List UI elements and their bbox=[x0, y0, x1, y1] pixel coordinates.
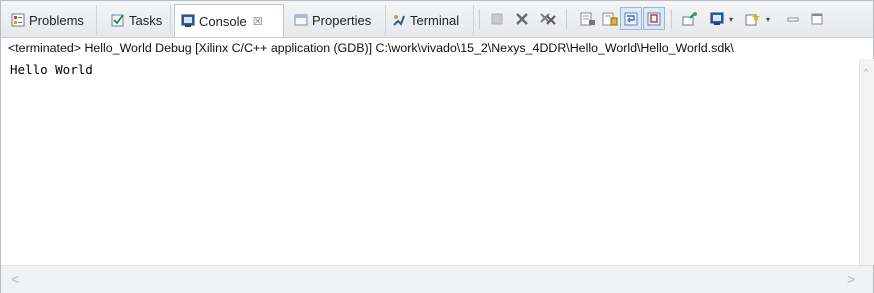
tab-label: Terminal bbox=[410, 12, 460, 28]
tab-label: Properties bbox=[312, 12, 372, 28]
scroll-right-icon[interactable]: > bbox=[847, 271, 855, 287]
properties-icon bbox=[294, 14, 308, 26]
minimize-icon[interactable] bbox=[784, 11, 802, 27]
terminal-icon bbox=[393, 15, 405, 26]
tab-terminal[interactable]: Terminal bbox=[386, 5, 474, 35]
horizontal-scrollbar[interactable]: < > bbox=[1, 265, 873, 293]
console-output[interactable]: Hello World bbox=[1, 59, 859, 265]
chevron-down-icon[interactable]: ▾ bbox=[766, 15, 770, 24]
tasks-icon bbox=[111, 14, 124, 27]
close-tab-icon[interactable]: ☒ bbox=[253, 15, 263, 28]
problems-icon bbox=[11, 13, 25, 27]
tab-label: Tasks bbox=[129, 12, 163, 28]
tab-properties[interactable]: Properties bbox=[288, 5, 386, 35]
show-on-stdout-icon[interactable] bbox=[643, 7, 665, 30]
tab-console[interactable]: Console ☒ bbox=[174, 4, 284, 37]
process-status-line: <terminated> Hello_World Debug [Xilinx C… bbox=[1, 38, 873, 59]
view-tab-bar: Problems Tasks Console ☒ Properties Term… bbox=[1, 1, 873, 38]
toolbar-separator bbox=[479, 9, 480, 29]
console-icon bbox=[181, 14, 195, 27]
scroll-up-icon[interactable]: ^ bbox=[864, 67, 868, 77]
clear-console-icon[interactable] bbox=[579, 11, 597, 27]
tab-label: Console bbox=[199, 13, 247, 29]
terminate-icon[interactable] bbox=[488, 11, 506, 27]
console-view: Problems Tasks Console ☒ Properties Term… bbox=[0, 0, 874, 293]
word-wrap-icon[interactable] bbox=[620, 7, 642, 30]
remove-all-terminated-icon[interactable] bbox=[539, 11, 557, 27]
tab-problems[interactable]: Problems bbox=[5, 5, 97, 35]
toolbar-separator bbox=[566, 9, 567, 29]
scroll-lock-icon[interactable] bbox=[601, 11, 619, 27]
remove-launch-icon[interactable] bbox=[513, 11, 531, 27]
tab-tasks[interactable]: Tasks bbox=[105, 5, 171, 35]
display-selected-console-icon[interactable] bbox=[708, 11, 726, 27]
chevron-down-icon[interactable]: ▾ bbox=[729, 15, 733, 24]
console-line: Hello World bbox=[10, 62, 93, 77]
scroll-left-icon[interactable]: < bbox=[11, 271, 19, 287]
toolbar-separator bbox=[671, 9, 672, 29]
open-console-icon[interactable] bbox=[744, 11, 762, 27]
pin-console-icon[interactable] bbox=[681, 11, 699, 27]
vertical-scrollbar[interactable]: ^ bbox=[859, 59, 874, 265]
tab-label: Problems bbox=[29, 12, 84, 28]
maximize-icon[interactable] bbox=[808, 11, 826, 27]
